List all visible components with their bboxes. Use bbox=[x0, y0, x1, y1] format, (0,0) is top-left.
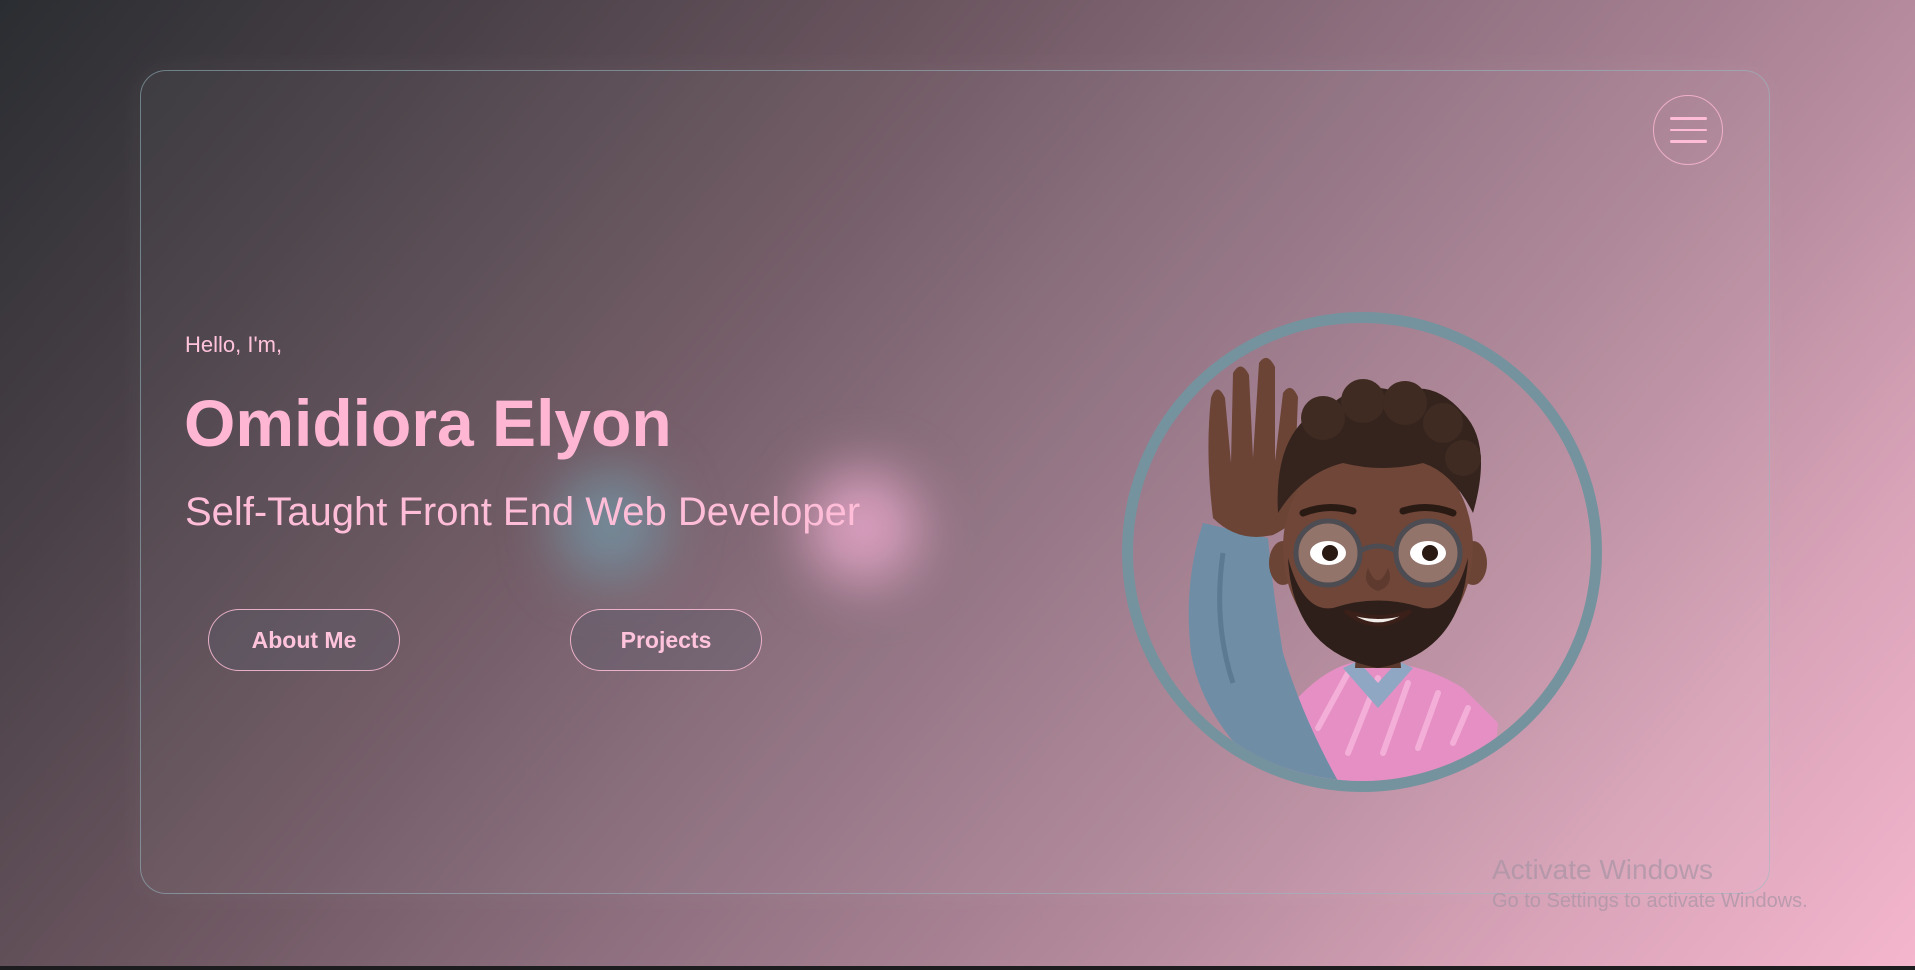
activate-windows-subtitle: Go to Settings to activate Windows. bbox=[1492, 890, 1808, 912]
activate-windows-watermark: Activate Windows Go to Settings to activ… bbox=[1492, 853, 1808, 915]
memoji-avatar-icon bbox=[1188, 357, 1498, 781]
hero-name: Omidiora Elyon bbox=[184, 386, 672, 460]
greeting-text: Hello, I'm, bbox=[185, 332, 283, 357]
hero-subtitle: Self-Taught Front End Web Developer bbox=[185, 490, 861, 534]
projects-button[interactable]: Projects bbox=[570, 609, 762, 671]
about-me-button[interactable]: About Me bbox=[208, 609, 400, 671]
hamburger-menu-button[interactable] bbox=[1653, 95, 1723, 165]
avatar bbox=[1122, 312, 1602, 792]
activate-windows-title: Activate Windows bbox=[1492, 854, 1713, 885]
page-bottom-border bbox=[0, 966, 1915, 970]
hamburger-menu-icon bbox=[1669, 117, 1707, 120]
